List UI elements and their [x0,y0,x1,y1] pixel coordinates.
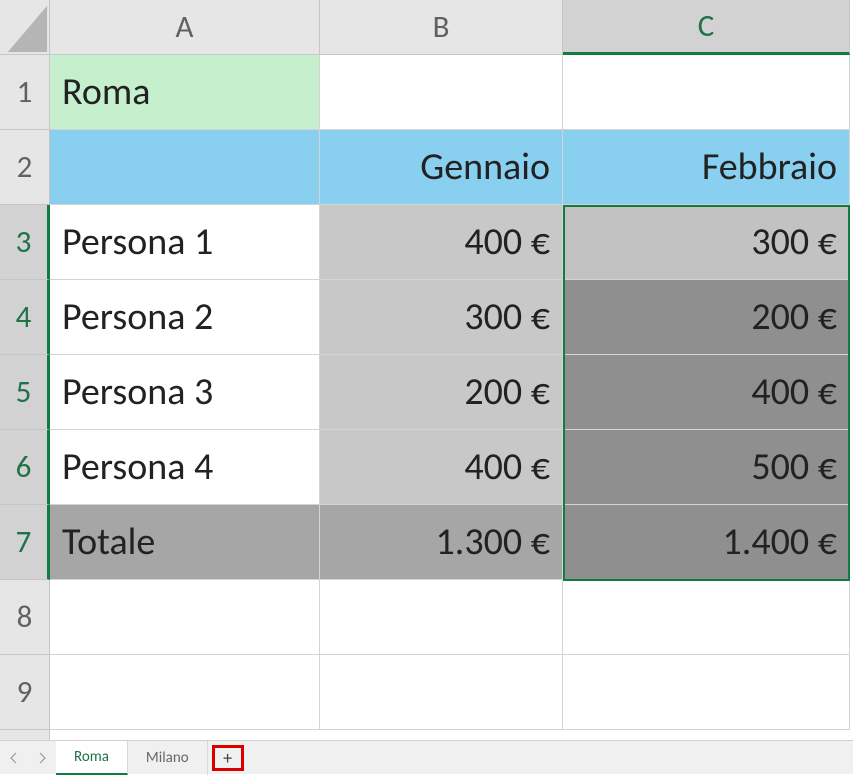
cell-A9[interactable] [50,655,320,730]
cell-B9[interactable] [320,655,563,730]
row-head-3[interactable]: 3 [0,205,50,280]
cell-C5[interactable]: 400 € [563,355,850,430]
row-head-1[interactable]: 1 [0,55,50,130]
cell-A3[interactable]: Persona 1 [50,205,320,280]
row-head-4[interactable]: 4 [0,280,50,355]
row-head-5[interactable]: 5 [0,355,50,430]
sheet-tab-roma[interactable]: Roma [56,741,128,775]
cell-B5[interactable]: 200 € [320,355,563,430]
spreadsheet-grid: A B C 1 Roma 2 Gennaio Febbraio 3 Person… [0,0,853,730]
cell-B1[interactable] [320,55,563,130]
cell-B3[interactable]: 400 € [320,205,563,280]
cell-C3[interactable]: 300 € [563,205,850,280]
cell-C9[interactable] [563,655,850,730]
sheet-nav-prev[interactable] [0,741,28,775]
cell-A5[interactable]: Persona 3 [50,355,320,430]
plus-icon: + [223,747,232,769]
cell-A2[interactable] [50,130,320,205]
row-head-9[interactable]: 9 [0,655,50,730]
cell-B8[interactable] [320,580,563,655]
cell-C6[interactable]: 500 € [563,430,850,505]
cell-B7[interactable]: 1.300 € [320,505,563,580]
cell-A6[interactable]: Persona 4 [50,430,320,505]
row-head-6[interactable]: 6 [0,430,50,505]
select-all-corner[interactable] [0,0,50,55]
cell-C1[interactable] [563,55,850,130]
row-head-7[interactable]: 7 [0,505,50,580]
col-head-C[interactable]: C [563,0,850,55]
row-head-8[interactable]: 8 [0,580,50,655]
row-head-2[interactable]: 2 [0,130,50,205]
cell-C7[interactable]: 1.400 € [563,505,850,580]
cell-A1[interactable]: Roma [50,55,320,130]
cell-C8[interactable] [563,580,850,655]
add-sheet-button[interactable]: + [212,745,244,771]
cell-A4[interactable]: Persona 2 [50,280,320,355]
cell-B2[interactable]: Gennaio [320,130,563,205]
cell-A8[interactable] [50,580,320,655]
col-head-B[interactable]: B [320,0,563,55]
col-head-A[interactable]: A [50,0,320,55]
sheet-tab-bar: Roma Milano + [0,740,853,774]
cell-B6[interactable]: 400 € [320,430,563,505]
cell-B4[interactable]: 300 € [320,280,563,355]
cell-C2[interactable]: Febbraio [563,130,850,205]
sheet-nav-next[interactable] [28,741,56,775]
cell-A7[interactable]: Totale [50,505,320,580]
cell-C4[interactable]: 200 € [563,280,850,355]
sheet-tab-milano[interactable]: Milano [128,741,208,775]
